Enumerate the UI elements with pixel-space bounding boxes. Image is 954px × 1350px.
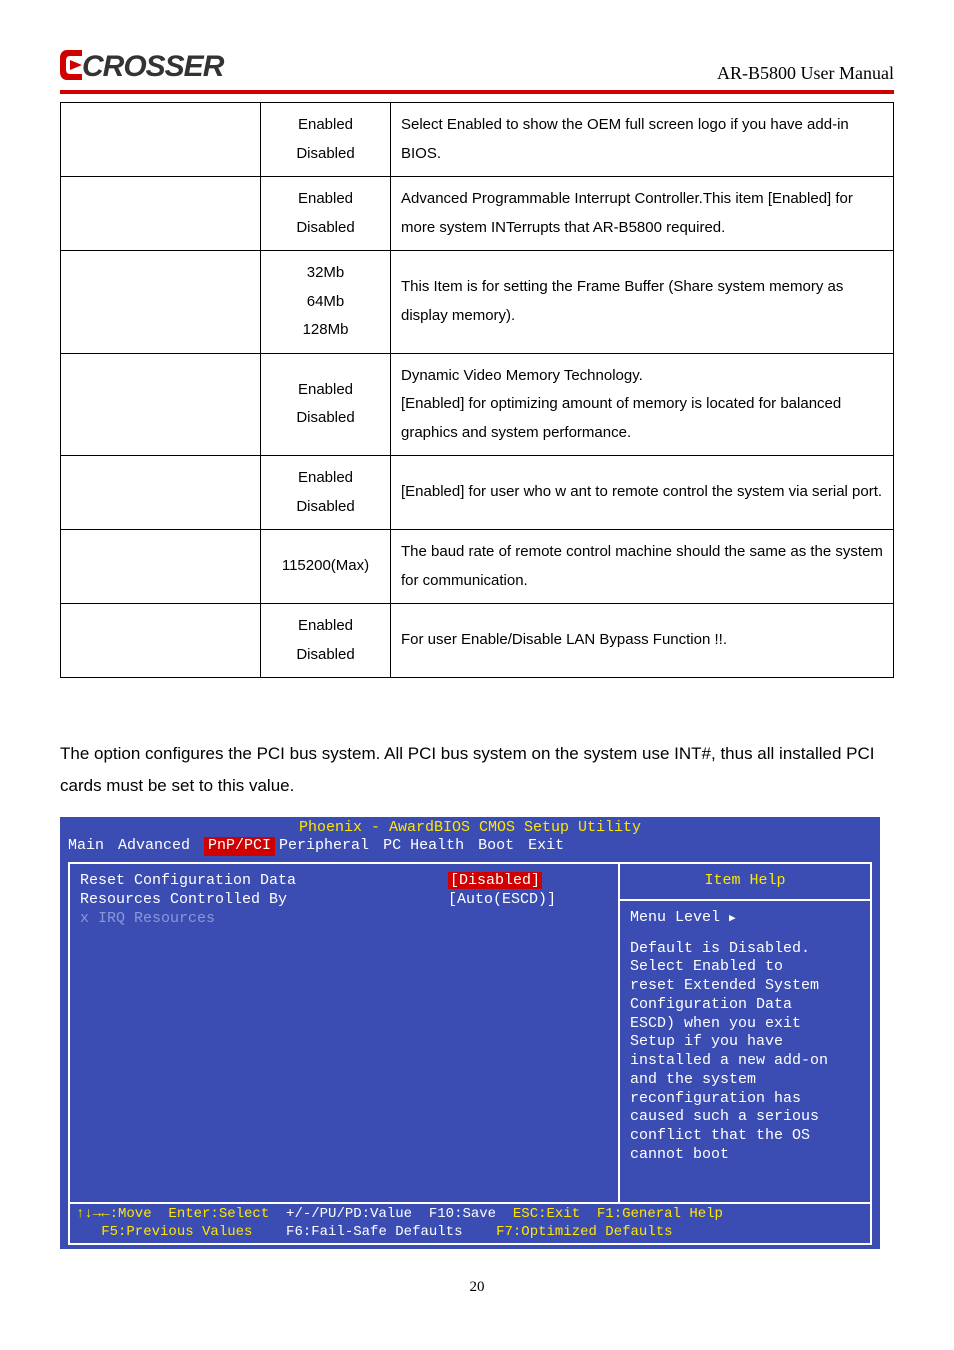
bios-tab[interactable]: Advanced [118, 837, 200, 856]
brand-logo: CROSSER [60, 50, 223, 84]
bios-help-text: Default is Disabled. Select Enabled to r… [630, 940, 860, 1165]
option-label-cell [61, 456, 261, 530]
bios-setting-row[interactable]: x IRQ Resources [80, 910, 608, 929]
bios-menu-level: Menu Level ▶ [630, 909, 860, 928]
triangle-right-icon: ▶ [729, 913, 736, 925]
table-row: EnabledDisabledFor user Enable/Disable L… [61, 604, 894, 678]
option-choices-cell: EnabledDisabled [261, 604, 391, 678]
bios-help-title: Item Help [620, 864, 870, 901]
bios-tab[interactable]: Boot [478, 837, 524, 856]
bios-screenshot: Phoenix - AwardBIOS CMOS Setup Utility M… [60, 817, 880, 1250]
option-description-cell: [Enabled] for user who w ant to remote c… [391, 456, 894, 530]
option-label-cell [61, 604, 261, 678]
page-number: 20 [60, 1279, 894, 1296]
table-row: EnabledDisabledAdvanced Programmable Int… [61, 177, 894, 251]
bios-tab[interactable]: PnP/PCI [204, 837, 275, 856]
bios-setting-label: x IRQ Resources [80, 910, 448, 929]
table-row: 32Mb64Mb128MbThis Item is for setting th… [61, 251, 894, 354]
bios-setting-row[interactable]: Reset Configuration Data[Disabled] [80, 872, 608, 891]
option-label-cell [61, 353, 261, 456]
bios-setting-label: Reset Configuration Data [80, 872, 448, 891]
bios-tab[interactable]: Peripheral [279, 837, 379, 856]
option-label-cell [61, 251, 261, 354]
bios-setting-label: Resources Controlled By [80, 891, 448, 910]
option-choices-cell: EnabledDisabled [261, 456, 391, 530]
option-description-cell: This Item is for setting the Frame Buffe… [391, 251, 894, 354]
bios-setting-value: [Disabled] [448, 872, 608, 891]
doc-title: AR-B5800 User Manual [717, 63, 894, 84]
option-label-cell [61, 530, 261, 604]
bios-help-panel: Item Help Menu Level ▶ Default is Disabl… [620, 864, 870, 1202]
bios-setting-value [448, 910, 608, 929]
bios-setting-value: [Auto(ESCD)] [448, 891, 608, 910]
section-paragraph: The option configures the PCI bus system… [60, 738, 894, 803]
header-divider [60, 90, 894, 94]
options-table: EnabledDisabledSelect Enabled to show th… [60, 102, 894, 678]
bios-setting-row[interactable]: Resources Controlled By[Auto(ESCD)] [80, 891, 608, 910]
table-row: EnabledDisabledDynamic Video Memory Tech… [61, 353, 894, 456]
option-choices-cell: 115200(Max) [261, 530, 391, 604]
table-row: 115200(Max)The baud rate of remote contr… [61, 530, 894, 604]
bios-footer: ↑↓→←:Move Enter:Select +/-/PU/PD:Value F… [68, 1202, 872, 1245]
bios-tab-bar: MainAdvancedPnP/PCIPeripheralPC HealthBo… [60, 837, 880, 856]
option-description-cell: The baud rate of remote control machine … [391, 530, 894, 604]
option-choices-cell: EnabledDisabled [261, 177, 391, 251]
option-choices-cell: EnabledDisabled [261, 353, 391, 456]
option-label-cell [61, 177, 261, 251]
bios-tab[interactable]: Main [68, 837, 114, 856]
page-header: CROSSER AR-B5800 User Manual [60, 50, 894, 84]
option-description-cell: Select Enabled to show the OEM full scre… [391, 103, 894, 177]
option-description-cell: For user Enable/Disable LAN Bypass Funct… [391, 604, 894, 678]
bios-settings-panel: Reset Configuration Data[Disabled]Resour… [70, 864, 620, 1202]
logo-text: CROSSER [82, 50, 223, 83]
table-row: EnabledDisabled[Enabled] for user who w … [61, 456, 894, 530]
option-choices-cell: EnabledDisabled [261, 103, 391, 177]
table-row: EnabledDisabledSelect Enabled to show th… [61, 103, 894, 177]
option-description-cell: Dynamic Video Memory Technology.[Enabled… [391, 353, 894, 456]
option-description-cell: Advanced Programmable Interrupt Controll… [391, 177, 894, 251]
option-choices-cell: 32Mb64Mb128Mb [261, 251, 391, 354]
bios-tab[interactable]: PC Health [383, 837, 474, 856]
logo-mark-icon [60, 50, 82, 84]
option-label-cell [61, 103, 261, 177]
bios-title: Phoenix - AwardBIOS CMOS Setup Utility [60, 817, 880, 838]
bios-tab[interactable]: Exit [528, 837, 574, 856]
